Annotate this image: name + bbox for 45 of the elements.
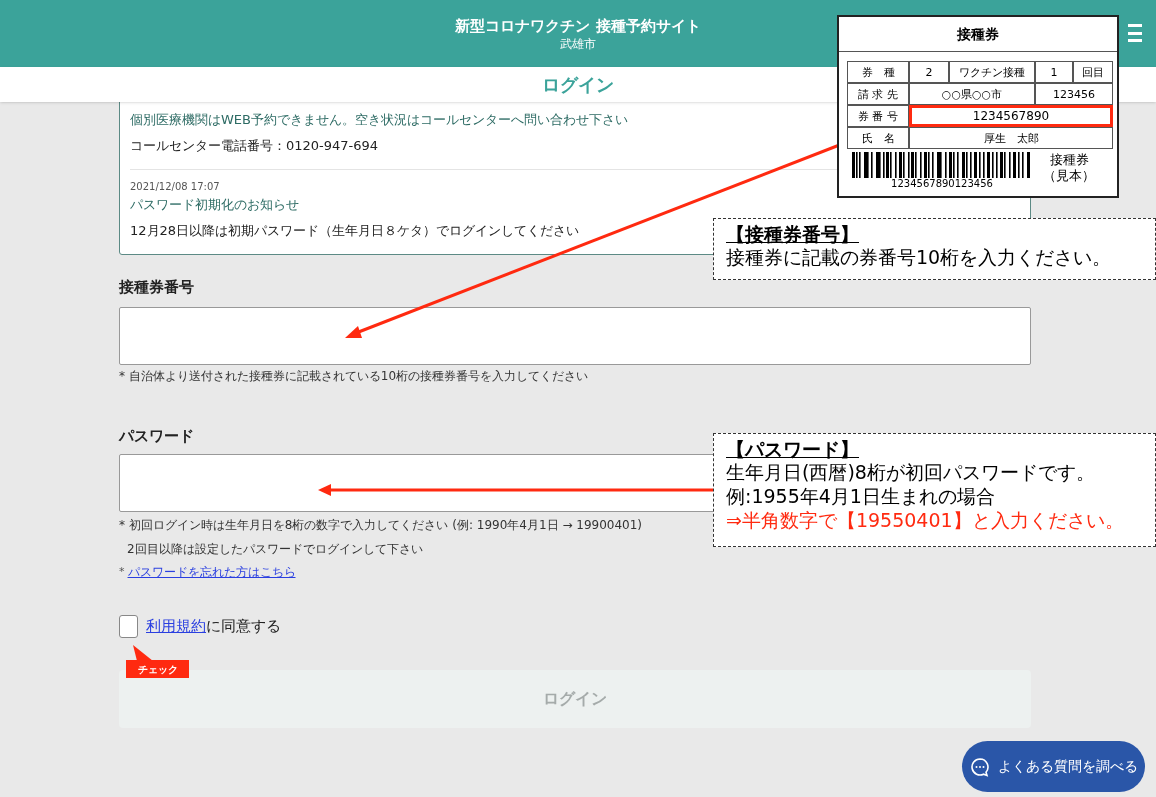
ticket-cell: 回目 — [1073, 61, 1113, 83]
ticket-cell: 券 番 号 — [847, 105, 909, 127]
ticket-cell: 氏 名 — [847, 127, 909, 149]
barcode-number: 1234567890123456 — [891, 178, 993, 190]
notice-date: 2021/12/08 17:07 — [130, 180, 220, 194]
ticket-number-highlight: 1234567890 — [909, 105, 1113, 127]
site-title: 新型コロナワクチン 接種予約サイト — [455, 15, 701, 36]
forgot-password-link[interactable]: パスワードを忘れた方はこちら — [127, 563, 296, 581]
ticket-cell: 123456 — [1035, 83, 1113, 105]
ticket-title: 接種券 — [839, 17, 1117, 52]
tag-pointer-icon — [131, 645, 155, 661]
site-subtitle: 武雄市 — [560, 35, 596, 52]
terms-checkbox[interactable] — [119, 615, 138, 638]
ticket-number-field[interactable] — [119, 307, 1031, 365]
page-title: ログイン — [542, 73, 614, 97]
callout-text: 接種券に記載の券番号10桁を入力ください。 — [726, 245, 1112, 269]
notice-title[interactable]: パスワード初期化のお知らせ — [130, 194, 299, 216]
ticket-cell: ○○県○○市 — [909, 83, 1035, 105]
field-hint: * 自治体より送付された接種券に記載されている10桁の接種券番号を入力してください — [119, 368, 589, 384]
terms-text: に同意する — [206, 616, 281, 638]
ticket-caption: （見本） — [1043, 168, 1095, 184]
ticket-cell: ワクチン接種 — [949, 61, 1035, 83]
faq-button[interactable]: よくある質問を調べる — [962, 741, 1145, 792]
ticket-cell: 2 — [909, 61, 949, 83]
callout-heading: 【接種券番号】 — [726, 223, 859, 245]
ticket-cell: 厚生 太郎 — [909, 127, 1113, 149]
field-hint: * 初回ログイン時は生年月日を8桁の数字で入力してください (例: 1990年4月1日 → 19900401) — [119, 517, 643, 534]
menu-icon[interactable] — [1128, 22, 1142, 44]
field-label: パスワード — [119, 426, 195, 446]
field-hint: 2回目以降は設定したパスワードでログインして下さい — [127, 541, 423, 558]
notice-title[interactable]: 個別医療機関はWEB予約できません。空き状況はコールセンターへ問い合わせ下さい — [130, 109, 628, 131]
hint-asterisk: * — [119, 563, 125, 580]
terms-link[interactable]: 利用規約 — [146, 615, 206, 638]
notice-text: コールセンター電話番号：0120-947-694 — [130, 137, 379, 155]
chat-bubble-icon — [969, 756, 990, 777]
ticket-caption: 接種券 — [1049, 152, 1089, 168]
notice-text: 12月28日以降は初期パスワード（生年月日８ケタ）でログインしてください — [130, 222, 580, 240]
ticket-cell: 請 求 先 — [847, 83, 909, 105]
field-label: 接種券番号 — [119, 277, 195, 297]
callout-text: 生年月日(西暦)8桁が初回パスワードです。 — [726, 460, 1095, 484]
callout-text: 例:1955年4月1日生まれの場合 — [726, 484, 995, 508]
callout-text: ⇒半角数字で【19550401】と入力ください。 — [726, 508, 1124, 532]
ticket-cell: 1 — [1035, 61, 1073, 83]
callout-heading: 【パスワード】 — [726, 438, 859, 460]
ticket-cell: 券 種 — [847, 61, 909, 83]
